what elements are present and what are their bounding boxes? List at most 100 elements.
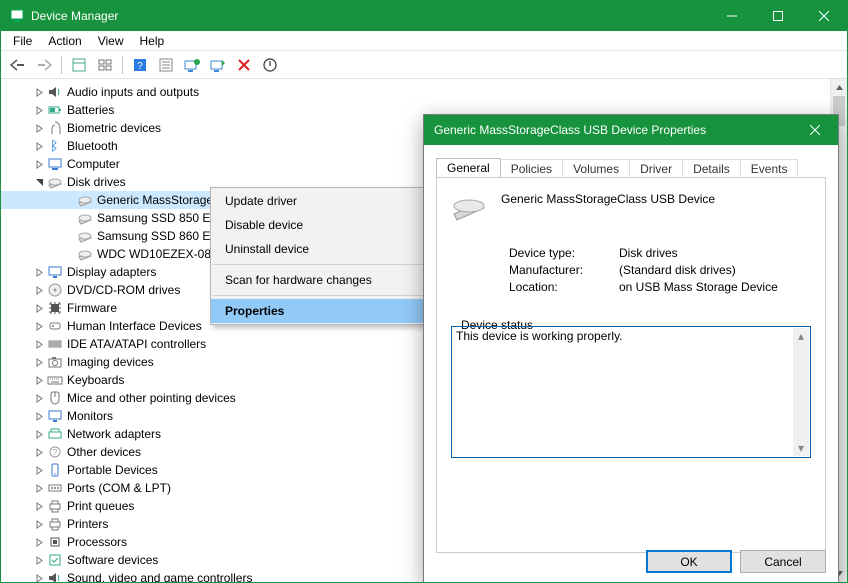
tree-item-label: Print queues xyxy=(67,499,134,513)
toolbar-uninstall-button[interactable] xyxy=(233,54,255,76)
svg-text:?: ? xyxy=(137,61,143,72)
finger-icon xyxy=(47,120,63,136)
tabpanel-general: Generic MassStorageClass USB Device Devi… xyxy=(436,177,826,553)
maximize-button[interactable] xyxy=(755,1,801,31)
scroll-up-icon[interactable] xyxy=(831,79,847,96)
context-menu-item[interactable]: Properties xyxy=(211,299,429,323)
disk-icon xyxy=(77,228,93,244)
chevron-down-icon[interactable]: ▾ xyxy=(793,440,809,456)
tree-item-label: WDC WD10EZEX-08W xyxy=(97,247,222,261)
menu-help[interactable]: Help xyxy=(132,32,173,50)
tab-events[interactable]: Events xyxy=(740,159,799,178)
tree-item-label: Imaging devices xyxy=(67,355,154,369)
expander-icon[interactable] xyxy=(33,374,45,386)
expander-icon[interactable] xyxy=(33,572,45,583)
expander-icon[interactable] xyxy=(33,158,45,170)
context-menu-item[interactable]: Disable device xyxy=(211,213,429,237)
expander-icon[interactable] xyxy=(33,86,45,98)
expander-icon[interactable] xyxy=(33,446,45,458)
ok-button[interactable]: OK xyxy=(646,550,732,573)
battery-icon xyxy=(47,102,63,118)
cancel-button[interactable]: Cancel xyxy=(740,550,826,573)
minimize-button[interactable] xyxy=(709,1,755,31)
tree-item-label: Computer xyxy=(67,157,120,171)
tab-general[interactable]: General xyxy=(436,158,501,177)
tab-driver[interactable]: Driver xyxy=(629,159,683,178)
tree-item-label: Batteries xyxy=(67,103,114,117)
printer-icon xyxy=(47,498,63,514)
tree-item-label: Sound, video and game controllers xyxy=(67,571,252,583)
forward-button[interactable] xyxy=(33,54,55,76)
expander-icon[interactable] xyxy=(33,266,45,278)
expander-icon[interactable] xyxy=(33,518,45,530)
manufacturer-label: Manufacturer: xyxy=(509,263,619,277)
toolbar-scan-button[interactable] xyxy=(207,54,229,76)
menu-action[interactable]: Action xyxy=(40,32,89,50)
chip-icon xyxy=(47,300,63,316)
location-value: on USB Mass Storage Device xyxy=(619,280,778,294)
tree-item-label: Human Interface Devices xyxy=(67,319,202,333)
tree-item-label: Samsung SSD 850 EVO xyxy=(97,211,228,225)
expander-icon[interactable] xyxy=(33,104,45,116)
properties-dialog: Generic MassStorageClass USB Device Prop… xyxy=(423,114,839,583)
tree-item[interactable]: Audio inputs and outputs xyxy=(1,83,847,101)
toolbar-show-hidden-button[interactable] xyxy=(68,54,90,76)
tree-item-label: Monitors xyxy=(67,409,113,423)
chevron-up-icon[interactable]: ▴ xyxy=(793,328,809,344)
tab-details[interactable]: Details xyxy=(682,159,741,178)
context-menu: Update driverDisable deviceUninstall dev… xyxy=(210,187,430,325)
tab-volumes[interactable]: Volumes xyxy=(562,159,630,178)
back-button[interactable] xyxy=(7,54,29,76)
expander-icon[interactable] xyxy=(33,500,45,512)
close-button[interactable] xyxy=(801,1,847,31)
tree-item-label: DVD/CD-ROM drives xyxy=(67,283,180,297)
device-status-value: This device is working properly. xyxy=(456,329,623,343)
tree-item-label: Portable Devices xyxy=(67,463,158,477)
toolbar-view-button[interactable] xyxy=(94,54,116,76)
content: Audio inputs and outputsBatteriesBiometr… xyxy=(1,79,847,582)
expander-icon[interactable] xyxy=(33,392,45,404)
context-menu-separator xyxy=(213,264,427,265)
device-manager-window: Device Manager File Action View Help ? A… xyxy=(0,0,848,583)
device-status-text[interactable]: This device is working properly. ▴ ▾ xyxy=(451,326,811,458)
expander-icon[interactable] xyxy=(33,122,45,134)
context-menu-item[interactable]: Uninstall device xyxy=(211,237,429,261)
expander-icon[interactable] xyxy=(33,302,45,314)
expander-icon[interactable] xyxy=(33,176,45,188)
expander-icon[interactable] xyxy=(33,410,45,422)
printer-icon xyxy=(47,516,63,532)
menu-view[interactable]: View xyxy=(90,32,132,50)
cpu-icon xyxy=(47,534,63,550)
dialog-close-button[interactable] xyxy=(792,115,838,145)
expander-icon[interactable] xyxy=(33,482,45,494)
dialog-title: Generic MassStorageClass USB Device Prop… xyxy=(434,123,706,137)
toolbar-properties-button[interactable] xyxy=(155,54,177,76)
dialog-body: General Policies Volumes Driver Details … xyxy=(424,145,838,565)
toolbar-sep-2 xyxy=(122,56,123,74)
camera-icon xyxy=(47,354,63,370)
dialog-buttons: OK Cancel xyxy=(646,550,826,573)
expander-icon[interactable] xyxy=(33,320,45,332)
disk-icon xyxy=(77,192,93,208)
other-icon: ? xyxy=(47,444,63,460)
ide-icon xyxy=(47,336,63,352)
expander-icon[interactable] xyxy=(33,338,45,350)
expander-icon[interactable] xyxy=(33,554,45,566)
toolbar-help-button[interactable]: ? xyxy=(129,54,151,76)
menu-file[interactable]: File xyxy=(5,32,40,50)
expander-icon[interactable] xyxy=(33,536,45,548)
window-controls xyxy=(709,1,847,31)
dialog-titlebar: Generic MassStorageClass USB Device Prop… xyxy=(424,115,838,145)
tab-policies[interactable]: Policies xyxy=(500,159,563,178)
toolbar-update-driver-button[interactable] xyxy=(181,54,203,76)
status-scrollbar[interactable]: ▴ ▾ xyxy=(793,328,809,456)
toolbar-disable-button[interactable] xyxy=(259,54,281,76)
expander-icon[interactable] xyxy=(33,356,45,368)
context-menu-item[interactable]: Update driver xyxy=(211,189,429,213)
expander-icon[interactable] xyxy=(33,284,45,296)
expander-icon[interactable] xyxy=(33,428,45,440)
expander-icon[interactable] xyxy=(33,140,45,152)
soft-icon xyxy=(47,552,63,568)
context-menu-item[interactable]: Scan for hardware changes xyxy=(211,268,429,292)
expander-icon[interactable] xyxy=(33,464,45,476)
